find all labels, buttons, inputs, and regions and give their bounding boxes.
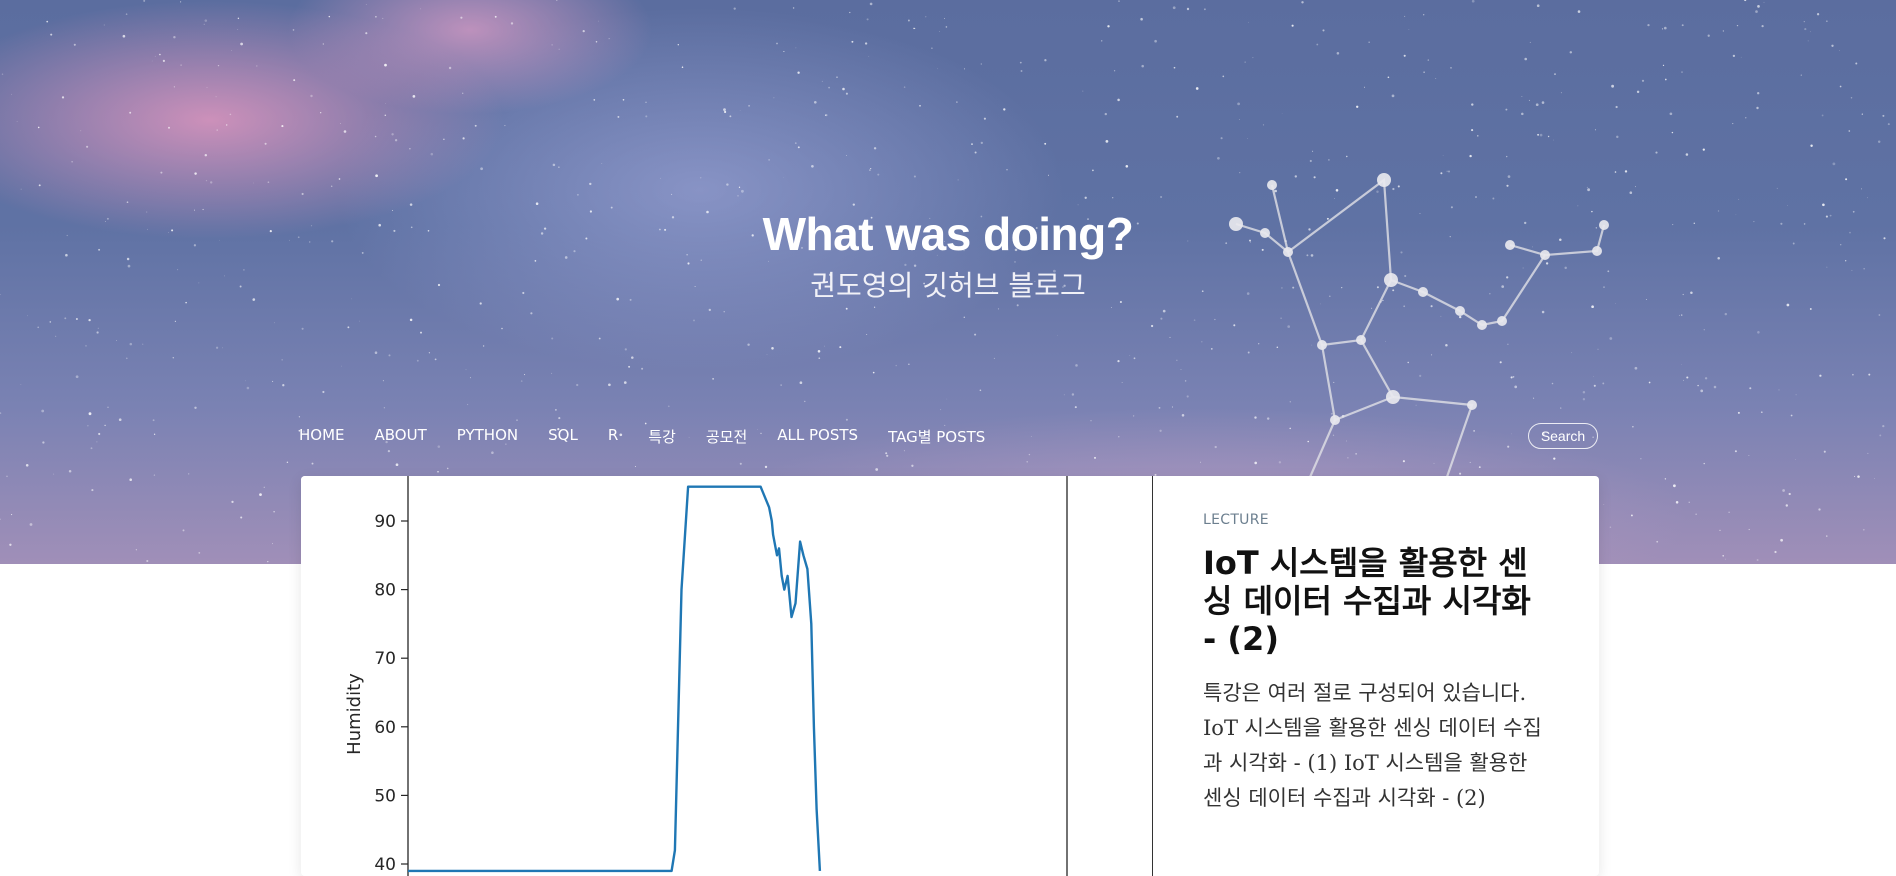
nav-item-lecture[interactable]: 특강 — [648, 426, 676, 448]
nav-item-r[interactable]: R — [608, 426, 618, 448]
post-excerpt: 특강은 여러 절로 구성되어 있습니다. IoT 시스템을 활용한 센싱 데이터… — [1203, 681, 1542, 810]
post-summary: LECTURE IoT 시스템을 활용한 센싱 데이터 수집과 시각화 - (2… — [1203, 512, 1553, 816]
main-nav: HOME ABOUT PYTHON SQL R 특강 공모전 ALL POSTS… — [299, 426, 1015, 448]
y-tick-label: 70 — [374, 649, 396, 669]
y-tick-label: 40 — [374, 855, 396, 875]
y-tick-label: 50 — [374, 786, 396, 806]
y-axis-label: Humidity — [344, 673, 365, 755]
y-axis-ticks: 90 80 70 60 50 40 — [374, 512, 408, 875]
nav-item-tag-posts[interactable]: TAG별 POSTS — [888, 426, 985, 448]
nav-item-home[interactable]: HOME — [299, 426, 345, 448]
post-thumbnail[interactable]: 90 80 70 60 50 40 Humidity — [301, 476, 1153, 876]
site-title[interactable]: What was doing? — [0, 207, 1896, 261]
humidity-chart: 90 80 70 60 50 40 Humidity — [344, 476, 1068, 876]
post-category[interactable]: LECTURE — [1203, 512, 1553, 528]
nav-item-about[interactable]: ABOUT — [375, 426, 427, 448]
nav-item-all-posts[interactable]: ALL POSTS — [777, 426, 858, 448]
humidity-series-line — [408, 485, 822, 873]
search-button[interactable]: Search — [1528, 423, 1598, 449]
nav-item-contest[interactable]: 공모전 — [706, 426, 747, 448]
post-title[interactable]: IoT 시스템을 활용한 센싱 데이터 수집과 시각화 - (2) — [1203, 544, 1553, 658]
y-tick-label: 60 — [374, 718, 396, 738]
featured-post-card[interactable]: 90 80 70 60 50 40 Humidity LECTURE IoT 시스템을 활… — [301, 476, 1599, 876]
site-subtitle: 권도영의 깃허브 블로그 — [810, 269, 1086, 302]
nav-item-python[interactable]: PYTHON — [457, 426, 518, 448]
y-tick-label: 80 — [374, 581, 396, 601]
nav-item-sql[interactable]: SQL — [548, 426, 578, 448]
y-tick-label: 90 — [374, 512, 396, 532]
